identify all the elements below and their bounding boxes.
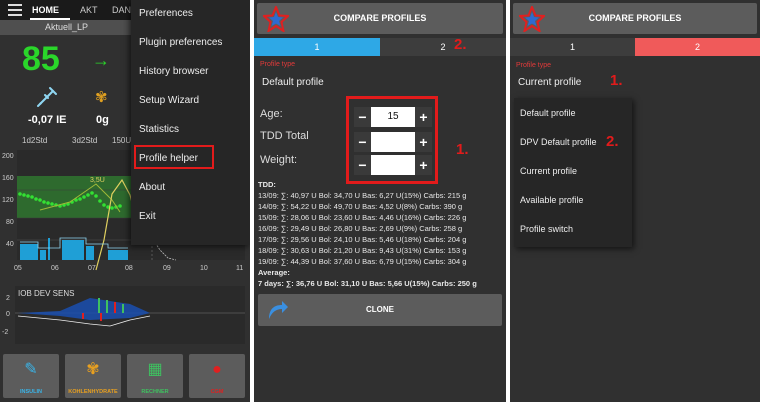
active-profile-bar[interactable]: Aktuell_LP: [0, 20, 133, 35]
trend-arrow-icon: →: [92, 50, 110, 70]
tab-home[interactable]: HOME: [32, 5, 59, 15]
tdd-row: 16/09: ∑: 29,49 U Bol: 26,80 U Bas: 2,69…: [258, 224, 463, 233]
step-marker: 2.: [454, 36, 467, 53]
dropdown-option-available-profile[interactable]: Available profile: [520, 195, 583, 205]
bolus-annotation: 3,5U: [90, 177, 105, 184]
syringe-icon: [37, 87, 57, 107]
basal-segment: 150U: [112, 136, 132, 145]
step-marker: 1.: [456, 141, 469, 158]
tab-profile-2[interactable]: 2: [635, 38, 760, 56]
tab-profile-1[interactable]: 1: [510, 38, 635, 56]
quick-action-bar: ✎ INSULIN ✾ KOHLENHYDRATE ▦ RECHNER ● CG…: [0, 354, 250, 402]
tdd-row: 15/09: ∑: 28,06 U Bol: 23,60 U Bas: 4,46…: [258, 213, 467, 222]
menu-item-preferences[interactable]: Preferences: [139, 8, 193, 19]
menu-item-statistics[interactable]: Statistics: [139, 124, 179, 135]
carbs-button[interactable]: ✾ KOHLENHYDRATE: [65, 354, 121, 398]
dropdown-option-profile-switch[interactable]: Profile switch: [520, 224, 573, 234]
y-tick: 80: [6, 219, 14, 226]
menu-item-plugin-preferences[interactable]: Plugin preferences: [139, 37, 222, 48]
cgm-button[interactable]: ● CGM: [189, 354, 245, 398]
grain-icon: ✾: [95, 89, 108, 106]
dropdown-option-current-profile[interactable]: Current profile: [520, 166, 577, 176]
profile-type-select[interactable]: Current profile: [518, 77, 581, 88]
cob-value: 0g: [96, 114, 109, 126]
menu-icon[interactable]: [8, 4, 22, 16]
profile-type-label: Profile type: [260, 61, 296, 68]
menu-item-history-browser[interactable]: History browser: [139, 66, 208, 77]
insulin-button[interactable]: ✎ INSULIN: [3, 354, 59, 398]
drop-icon: ●: [212, 361, 222, 378]
menu-item-about[interactable]: About: [139, 182, 165, 193]
profile-type-select[interactable]: Default profile: [262, 77, 324, 88]
weight-label: Weight:: [260, 154, 298, 166]
tab-profile-1[interactable]: 1: [254, 38, 380, 56]
y-tick: 120: [2, 197, 14, 204]
main-screen-panel: HOME AKT DANA Aktuell_LP 85 → ✾ -0,07 IE…: [0, 0, 250, 402]
calculator-button[interactable]: ▦ RECHNER: [127, 354, 183, 398]
tdd-row: 19/09: ∑: 44,39 U Bol: 37,60 U Bas: 6,79…: [258, 257, 467, 266]
tdd-row: 17/09: ∑: 29,56 U Bol: 24,10 U Bas: 5,46…: [258, 235, 467, 244]
bg-value: 85: [22, 40, 60, 78]
highlight-box: [134, 145, 214, 169]
tab-akt[interactable]: AKT: [80, 5, 98, 15]
syringe-icon: ✎: [24, 361, 38, 378]
y-tick: 200: [2, 153, 14, 160]
profile-type-dropdown: Default profile DPV Default profile Curr…: [514, 98, 632, 247]
step-marker: 2.: [606, 133, 619, 150]
y-tick: -2: [2, 329, 8, 336]
x-tick: 09: [163, 265, 171, 272]
dropdown-option-dpv-default-profile[interactable]: DPV Default profile: [520, 137, 597, 147]
clone-label: CLONE: [366, 305, 394, 314]
x-tick: 06: [51, 265, 59, 272]
y-tick: 2: [6, 295, 10, 302]
x-tick: 08: [125, 265, 133, 272]
average-label: Average:: [258, 268, 290, 277]
x-tick: 05: [14, 265, 22, 272]
profile-tabs: 1 2: [510, 38, 760, 56]
calculator-icon: ▦: [147, 361, 163, 378]
y-tick: 0: [6, 311, 10, 318]
x-tick: 07: [88, 265, 96, 272]
header-button[interactable]: COMPARE PROFILES: [257, 3, 503, 34]
y-tick: 160: [2, 175, 14, 182]
secondary-graph-label: IOB DEV SENS: [18, 289, 75, 298]
clone-button[interactable]: CLONE: [258, 294, 502, 326]
tdd-row: 13/09: ∑: 40,97 U Bol: 34,70 U Bas: 6,27…: [258, 191, 467, 200]
step-marker: 1.: [610, 72, 623, 89]
compare-profiles-panel-1: COMPARE PROFILES 1 2 2. Profile type Def…: [254, 0, 506, 402]
dropdown-option-default-profile[interactable]: Default profile: [520, 108, 576, 118]
compare-profiles-panel-2: COMPARE PROFILES 1 2 Profile type Curren…: [510, 0, 760, 402]
menu-item-exit[interactable]: Exit: [139, 211, 156, 222]
tab-profile-2[interactable]: 2: [380, 38, 506, 56]
grain-icon: ✾: [86, 361, 100, 378]
average-row: 7 days: ∑: 36,76 U Bol: 31,10 U Bas: 5,6…: [258, 279, 477, 288]
x-tick: 11: [236, 265, 243, 272]
tdd-row: 14/09: ∑: 54,22 U Bol: 49,70 U Bas: 4,52…: [258, 202, 463, 211]
iob-value: -0,07 IE: [28, 114, 67, 126]
menu-item-setup-wizard[interactable]: Setup Wizard: [139, 95, 199, 106]
profile-tabs: 1 2: [254, 38, 506, 56]
tdd-total-label: TDD Total: [260, 130, 309, 142]
y-tick: 40: [6, 241, 14, 248]
tdd-row: 18/09: ∑: 30,63 U Bol: 21,20 U Bas: 9,43…: [258, 246, 467, 255]
age-label: Age:: [260, 108, 283, 120]
basal-segment: 1d2Std: [22, 136, 48, 145]
header-title: COMPARE PROFILES: [333, 13, 427, 23]
header-button[interactable]: COMPARE PROFILES: [513, 3, 757, 34]
tdd-header: TDD:: [258, 180, 276, 189]
overflow-menu: Preferences Plugin preferences History b…: [131, 0, 250, 245]
basal-segment: 3d2Std: [72, 136, 98, 145]
header-title: COMPARE PROFILES: [588, 13, 682, 23]
x-tick: 10: [200, 265, 208, 272]
profile-type-label: Profile type: [516, 62, 552, 69]
highlight-box: [346, 96, 438, 184]
